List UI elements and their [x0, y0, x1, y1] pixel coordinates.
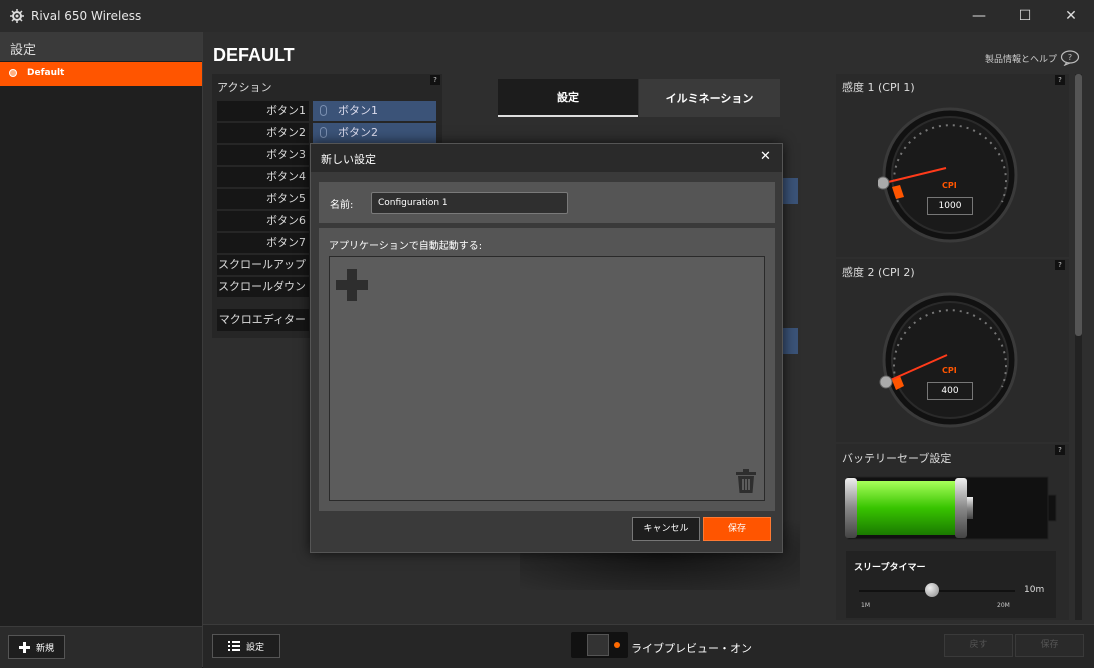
- sidebar-footer: 新規: [0, 626, 202, 668]
- page-title: DEFAULT: [213, 45, 295, 65]
- sensitivity1-title: 感度 1 (CPI 1): [842, 81, 915, 94]
- sleep-timer-label: スリープタイマー: [854, 563, 926, 573]
- cpi2-unit: CPI: [942, 366, 957, 375]
- name-section: 名前: Configuration 1: [319, 182, 775, 223]
- cpi1-value[interactable]: 1000: [927, 197, 973, 215]
- action-row-button6[interactable]: ボタン6: [217, 211, 309, 231]
- cpi1-gauge[interactable]: [878, 107, 1022, 243]
- cpi1-unit: CPI: [942, 181, 957, 190]
- sidebar-header: 設定: [0, 32, 202, 61]
- bg-assignment-chip: [783, 328, 798, 354]
- svg-text:?: ?: [1068, 53, 1072, 62]
- autolaunch-section: アプリケーションで自動起動する:: [319, 228, 775, 511]
- new-config-label: 新規: [35, 643, 54, 654]
- cpi2-gauge[interactable]: [878, 292, 1022, 428]
- list-icon: [227, 641, 240, 651]
- dialog-close-button[interactable]: ✕: [760, 149, 771, 164]
- name-input[interactable]: Configuration 1: [371, 192, 568, 214]
- action-row-button3[interactable]: ボタン3: [217, 145, 309, 165]
- new-config-dialog: 新しい設定 ✕ 名前: Configuration 1 アプリケーションで自動起…: [310, 143, 783, 553]
- mouse-icon: [320, 127, 327, 138]
- autolaunch-app-list[interactable]: [329, 256, 765, 501]
- close-window-button[interactable]: ✕: [1048, 0, 1094, 32]
- add-app-icon[interactable]: [336, 269, 368, 301]
- save-settings-button[interactable]: 保存: [1015, 634, 1084, 657]
- cancel-button[interactable]: キャンセル: [632, 517, 700, 541]
- window-title: Rival 650 Wireless: [31, 9, 142, 23]
- action-row-button1[interactable]: ボタン1: [217, 101, 309, 121]
- action-row-button2[interactable]: ボタン2: [217, 123, 309, 143]
- sleep-timer-value: 10m: [1024, 585, 1045, 595]
- sidebar-header-label: 設定: [10, 43, 37, 58]
- name-label: 名前:: [330, 200, 354, 211]
- tab-illumination[interactable]: イルミネーション: [639, 79, 780, 117]
- maximize-button[interactable]: ☐: [1002, 0, 1048, 32]
- side-scrollbar-thumb[interactable]: [1075, 74, 1082, 336]
- config-sidebar: 設定 Default 新規: [0, 32, 203, 668]
- steelseries-logo-icon: [10, 9, 24, 23]
- action-row-scroll-down[interactable]: スクロールダウン: [217, 277, 309, 297]
- sensitivity1-help-icon[interactable]: ?: [1055, 75, 1065, 85]
- assignment-label: ボタン1: [338, 104, 378, 117]
- action-row-button7[interactable]: ボタン7: [217, 233, 309, 253]
- assignment-label: ボタン2: [338, 126, 378, 139]
- action-row-button4[interactable]: ボタン4: [217, 167, 309, 187]
- sensitivity2-title: 感度 2 (CPI 2): [842, 266, 915, 279]
- toggle-knob: [587, 634, 609, 656]
- action-row-button5[interactable]: ボタン5: [217, 189, 309, 209]
- sleep-timer-thumb[interactable]: [925, 583, 940, 597]
- action-row-scroll-up[interactable]: スクロールアップ: [217, 255, 309, 275]
- dialog-title: 新しい設定: [321, 153, 376, 166]
- actions-help-icon[interactable]: ?: [430, 75, 440, 85]
- battery-title: バッテリーセーブ設定: [842, 452, 952, 465]
- settings-button-label: 設定: [245, 642, 264, 653]
- revert-button[interactable]: 戻す: [944, 634, 1013, 657]
- sidebar-item-default[interactable]: Default: [0, 62, 202, 86]
- help-link[interactable]: 製品情報とヘルプ: [985, 52, 1057, 65]
- battery-icon: [845, 476, 1057, 540]
- live-preview-label: ライブプレビュー・オン: [631, 642, 752, 655]
- sleep-timer: スリープタイマー 10m 1M 20M: [846, 551, 1056, 618]
- dialog-header: 新しい設定 ✕: [311, 144, 782, 172]
- assignment-button2[interactable]: ボタン2: [313, 123, 436, 143]
- sidebar-item-label: Default: [27, 68, 65, 78]
- mouse-icon: [320, 105, 327, 116]
- new-config-button[interactable]: 新規: [8, 635, 65, 659]
- title-bar: Rival 650 Wireless — ☐ ✕: [0, 0, 1094, 32]
- assignment-button1[interactable]: ボタン1: [313, 101, 436, 121]
- tab-settings[interactable]: 設定: [498, 79, 638, 117]
- macro-editor-button[interactable]: マクロエディター: [217, 309, 309, 331]
- radio-indicator-icon: [9, 69, 17, 77]
- trash-icon[interactable]: [735, 469, 757, 493]
- battery-help-icon[interactable]: ?: [1055, 445, 1065, 455]
- sleep-timer-max: 20M: [997, 602, 1010, 609]
- plus-icon: [18, 641, 30, 653]
- bg-assignment-chip: [783, 178, 798, 204]
- toggle-led-icon: [614, 642, 620, 648]
- settings-button[interactable]: 設定: [212, 634, 280, 658]
- help-chat-icon[interactable]: ?: [1060, 50, 1080, 66]
- cpi2-value[interactable]: 400: [927, 382, 973, 400]
- minimize-button[interactable]: —: [956, 0, 1002, 32]
- main-tabs: 設定 イルミネーション: [498, 79, 780, 117]
- sleep-timer-min: 1M: [861, 602, 870, 609]
- save-button[interactable]: 保存: [703, 517, 771, 541]
- sensitivity2-help-icon[interactable]: ?: [1055, 260, 1065, 270]
- live-preview-toggle[interactable]: [571, 632, 628, 658]
- autolaunch-label: アプリケーションで自動起動する:: [329, 241, 483, 252]
- actions-title: アクション: [217, 81, 272, 94]
